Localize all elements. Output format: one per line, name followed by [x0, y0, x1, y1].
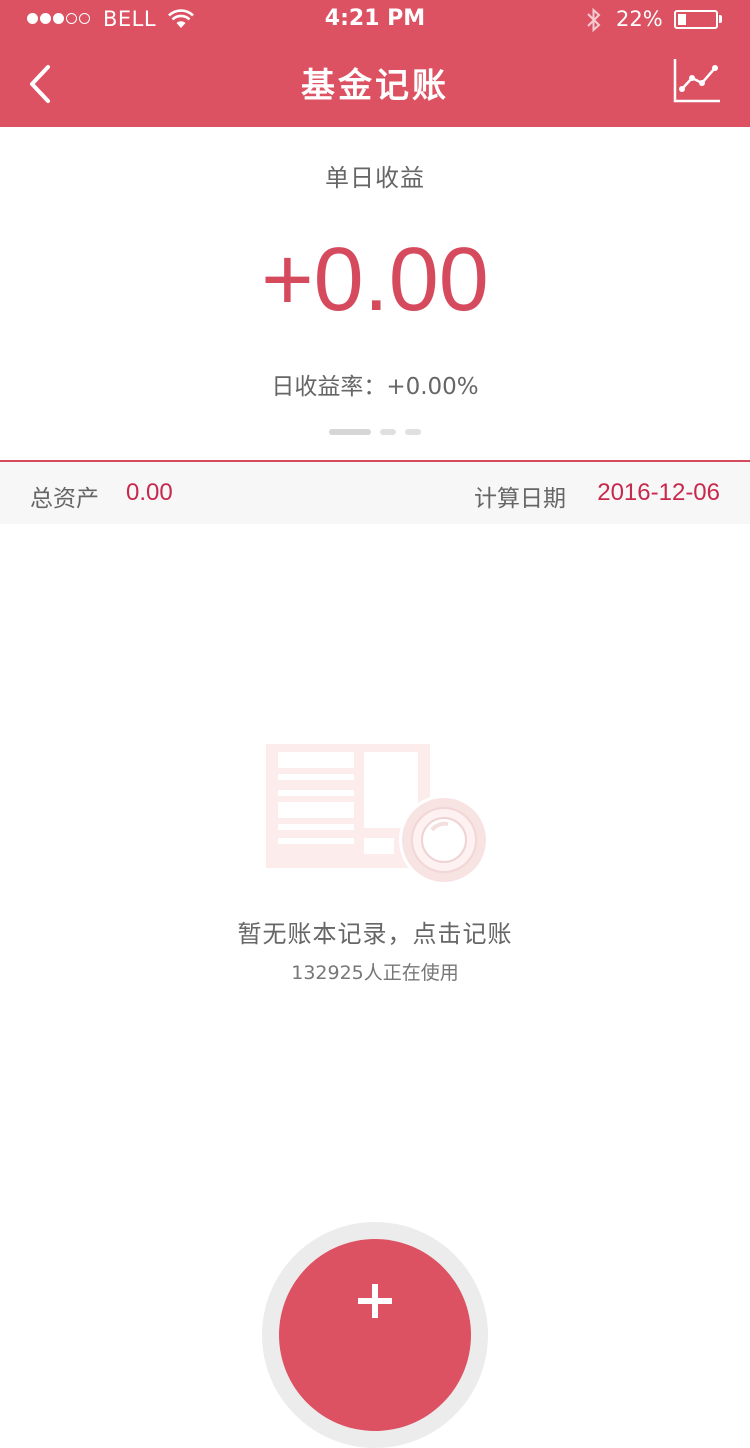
user-count-text: 132925人正在使用 — [291, 962, 459, 984]
total-assets-value: 0.00 — [126, 479, 173, 506]
daily-profit-value: +0.00 — [261, 230, 489, 330]
page-title: 基金记账 — [301, 66, 449, 106]
add-record-button[interactable] — [279, 1239, 471, 1431]
battery-level — [678, 14, 686, 25]
line-chart-icon[interactable] — [668, 56, 724, 106]
page-dot-active — [329, 429, 371, 435]
summary-bar: 总资产 0.00 计算日期 2016-12-06 — [0, 460, 750, 524]
plus-icon — [358, 1284, 392, 1318]
app-header: BELL 4:21 PM 22% 基金记账 — [0, 0, 750, 127]
bluetooth-icon — [587, 7, 601, 33]
daily-profit-rate: 日收益率：+0.00% — [271, 374, 479, 400]
battery-icon — [674, 10, 718, 29]
empty-state-message[interactable]: 暂无账本记录，点击记账 — [0, 914, 750, 949]
page-dot — [405, 429, 421, 435]
page-dot — [380, 429, 396, 435]
battery-tip — [719, 15, 722, 23]
total-assets-label: 总资产 — [30, 486, 99, 512]
status-bar: BELL 4:21 PM 22% — [0, 0, 750, 40]
calc-date-value: 2016-12-06 — [597, 479, 720, 506]
daily-profit-label: 单日收益 — [325, 164, 425, 192]
battery-percent: 22% — [616, 7, 663, 31]
page-indicator — [0, 429, 750, 435]
newspaper-coffee-illustration — [266, 744, 489, 885]
calc-date-label: 计算日期 — [474, 486, 566, 512]
